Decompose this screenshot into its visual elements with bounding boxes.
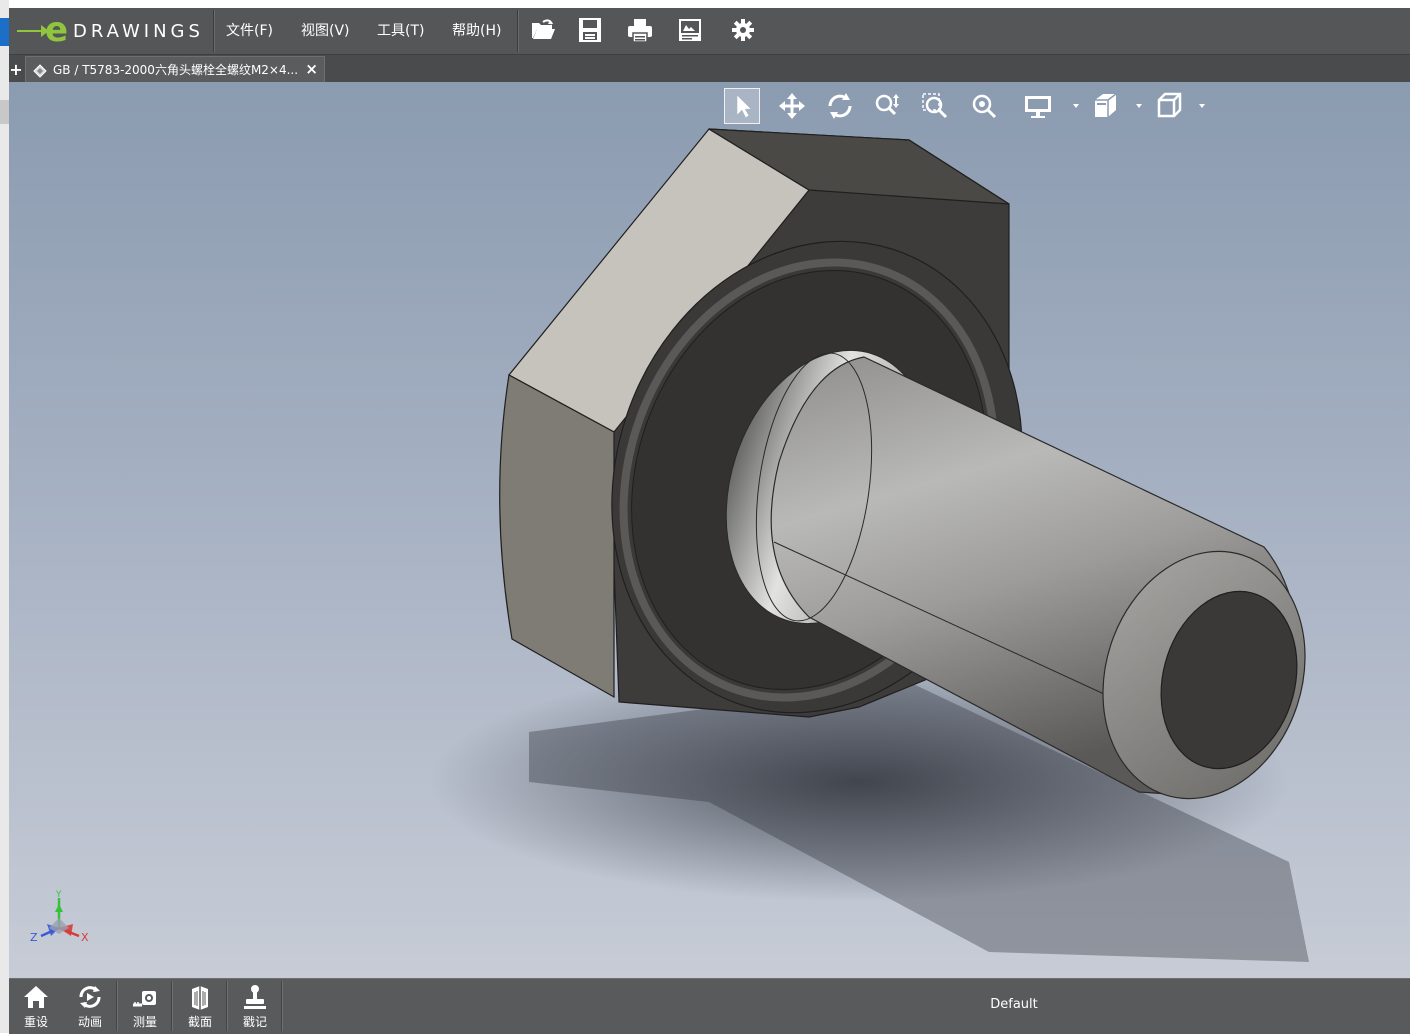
bottom-separator — [281, 981, 283, 1031]
tab-title: GB / T5783-2000六角头螺栓全螺纹M2×4... — [53, 63, 299, 77]
part-file-icon — [33, 64, 47, 78]
document-tab-bar: + GB / T5783-2000六角头螺栓全螺纹M2×4... × — [9, 55, 1410, 83]
document-properties-icon[interactable] — [676, 16, 704, 44]
window-edge-marker — [0, 100, 9, 124]
new-tab-button[interactable]: + — [9, 62, 23, 78]
view-toolbar — [724, 86, 1205, 126]
window-edge-accent — [0, 18, 9, 46]
display-style-icon[interactable] — [1020, 88, 1056, 124]
zoom-icon[interactable] — [870, 88, 906, 124]
open-folder-icon[interactable] — [529, 16, 557, 44]
menu-file[interactable]: 文件(F) — [226, 22, 273, 40]
section-label: 截面 — [187, 1015, 212, 1029]
measure-icon — [133, 991, 156, 1007]
stamp-icon — [244, 985, 266, 1009]
reset-label: 重设 — [23, 1015, 48, 1029]
zoom-to-area-icon[interactable] — [918, 88, 954, 124]
edrawings-logo: e DRAWINGS — [15, 10, 211, 50]
save-icon[interactable] — [576, 16, 604, 44]
axis-triad: Y Z X — [30, 890, 89, 944]
configuration-name[interactable]: Default — [939, 997, 1089, 1013]
bolt-model — [429, 128, 1309, 962]
animate-icon — [79, 986, 101, 1008]
display-style-dropdown[interactable] — [1073, 104, 1079, 108]
animate-button[interactable]: 动画 — [63, 979, 117, 1034]
toolbar-separator — [517, 10, 519, 52]
section-button[interactable]: 截面 — [173, 979, 227, 1034]
measure-button[interactable]: 测量 — [118, 979, 172, 1034]
triad-y-label: Y — [55, 890, 62, 900]
pan-icon[interactable] — [774, 88, 810, 124]
menu-help[interactable]: 帮助(H) — [452, 22, 501, 40]
gear-icon[interactable] — [729, 16, 757, 44]
reset-button[interactable]: 重设 — [9, 979, 63, 1034]
triad-z-label: Z — [30, 931, 38, 944]
zoom-to-fit-icon[interactable] — [966, 88, 1002, 124]
hex-face-side — [499, 374, 615, 699]
document-tab[interactable]: GB / T5783-2000六角头螺栓全螺纹M2×4... × — [25, 56, 325, 83]
menu-bar: e DRAWINGS 文件(F) 视图(V) 工具(T) 帮助(H) — [9, 8, 1410, 55]
menu-separator — [213, 10, 215, 52]
standard-views-dropdown[interactable] — [1199, 104, 1205, 108]
view-orientation-icon[interactable] — [1088, 88, 1124, 124]
tab-close-button[interactable]: × — [305, 60, 318, 78]
3d-viewport[interactable]: Y Z X — [9, 82, 1410, 978]
rotate-icon[interactable] — [822, 88, 858, 124]
standard-views-icon[interactable] — [1151, 88, 1187, 124]
edrawings-window: e DRAWINGS 文件(F) 视图(V) 工具(T) 帮助(H) + GB … — [9, 8, 1410, 1034]
logo-e-letter: e — [45, 10, 69, 50]
menu-tools[interactable]: 工具(T) — [377, 22, 424, 40]
logo-wordmark: DRAWINGS — [73, 21, 204, 42]
window-left-edge — [0, 0, 9, 1033]
animate-label: 动画 — [77, 1015, 102, 1029]
stamp-button[interactable]: 戳记 — [228, 979, 282, 1034]
home-icon — [24, 986, 48, 1008]
print-icon[interactable] — [626, 16, 654, 44]
select-icon[interactable] — [724, 88, 760, 124]
view-orientation-dropdown[interactable] — [1136, 104, 1142, 108]
measure-label: 测量 — [132, 1015, 157, 1029]
triad-x-label: X — [81, 931, 89, 944]
stamp-label: 戳记 — [242, 1015, 267, 1029]
section-icon — [192, 986, 208, 1010]
menu-view[interactable]: 视图(V) — [301, 22, 350, 40]
bottom-toolbar: 重设 动画 测量 截面 戳记 Default — [9, 978, 1410, 1034]
